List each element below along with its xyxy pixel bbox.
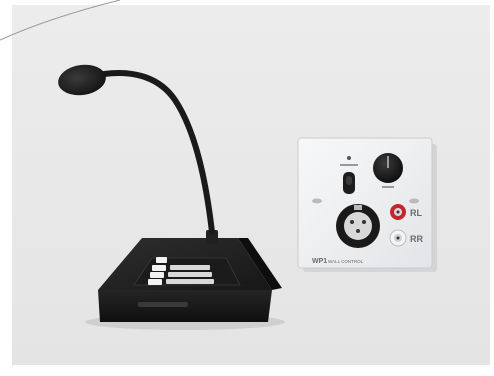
talk-bar[interactable] (138, 302, 188, 307)
screw-hole (312, 198, 322, 204)
rca-red-label: RL (410, 208, 422, 218)
product-photo: RL RR WP1 WALL CONTROL (0, 0, 494, 376)
volume-label (382, 186, 394, 188)
rca-jack-red-pin (396, 210, 400, 214)
zone-label-strip (170, 265, 210, 270)
toggle-switch[interactable] (343, 172, 355, 194)
zone-label-strip (168, 272, 212, 277)
wall-plate-model: WP1 (312, 258, 327, 265)
xlr-socket-face (344, 212, 372, 240)
rca-white-label: RR (410, 234, 423, 244)
xlr-pin (362, 220, 366, 224)
xlr-input[interactable] (336, 204, 380, 248)
screw-hole (409, 198, 419, 204)
status-led (347, 156, 351, 160)
toggle-switch-lever[interactable] (346, 176, 352, 185)
zone-button[interactable] (148, 279, 162, 285)
rca-jack-white-pin (396, 236, 400, 240)
zone-button[interactable] (152, 265, 166, 271)
xlr-pin (356, 229, 360, 233)
zone-button[interactable] (156, 257, 167, 263)
zone-button[interactable] (150, 272, 164, 278)
xlr-pin (350, 220, 354, 224)
zone-label-strip (166, 279, 214, 284)
wall-plate-caption: WALL CONTROL (328, 259, 364, 264)
rca-jack-white[interactable] (389, 229, 407, 247)
led-label (340, 164, 358, 166)
rca-jack-red[interactable] (390, 204, 406, 220)
xlr-latch (354, 205, 362, 210)
wall-plate: RL RR WP1 WALL CONTROL (297, 137, 437, 272)
